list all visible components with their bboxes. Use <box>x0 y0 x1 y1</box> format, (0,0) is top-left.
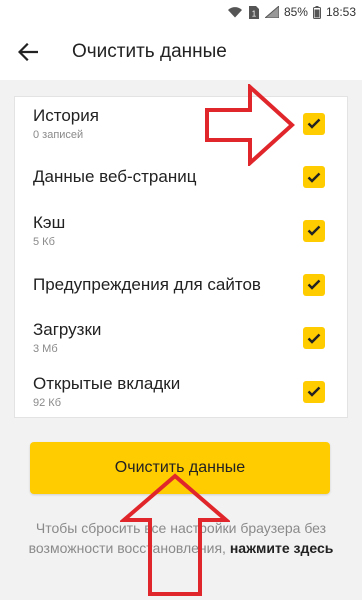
footer-text-line1: Чтобы сбросить все настройки браузера бе… <box>35 520 327 536</box>
arrow-left-icon <box>18 43 38 61</box>
option-label: Загрузки <box>33 320 102 340</box>
option-sublabel: 0 записей <box>33 128 84 141</box>
downloads-checkbox[interactable] <box>303 327 325 350</box>
signal-icon <box>264 6 279 18</box>
clear-data-button[interactable]: Очистить данные <box>30 442 330 494</box>
option-web-data[interactable]: Данные веб-страниц <box>15 151 347 205</box>
option-label: Кэш <box>33 212 66 232</box>
web-data-checkbox[interactable] <box>303 166 325 189</box>
option-open-tabs[interactable]: Открытые вкладки 92 Кб <box>15 365 347 419</box>
option-sublabel: 3 Мб <box>33 343 58 356</box>
page-title: Очистить данные <box>72 41 227 62</box>
option-sublabel: 92 Кб <box>33 396 61 409</box>
checkmark-icon <box>307 172 321 183</box>
app-bar: Очистить данные <box>0 24 362 80</box>
status-time: 18:53 <box>325 5 356 19</box>
option-label: Предупреждения для сайтов <box>33 274 261 294</box>
battery-percent: 85% <box>283 5 308 19</box>
checkmark-icon <box>307 118 321 129</box>
option-label: История <box>33 105 99 125</box>
option-history[interactable]: История 0 записей <box>15 97 347 151</box>
option-site-warnings[interactable]: Предупреждения для сайтов <box>15 258 347 312</box>
option-label: Открытые вкладки <box>33 373 181 393</box>
options-card: История 0 записей Данные веб-страниц Кэш… <box>14 96 348 418</box>
checkmark-icon <box>307 333 321 344</box>
footer-text-line2: возможности восстановления, <box>28 540 230 556</box>
sim-icon: 1 <box>248 5 260 19</box>
option-cache[interactable]: Кэш 5 Кб <box>15 204 347 258</box>
option-label: Данные веб-страниц <box>33 167 197 187</box>
option-downloads[interactable]: Загрузки 3 Мб <box>15 311 347 365</box>
checkmark-icon <box>307 226 321 237</box>
open-tabs-checkbox[interactable] <box>303 380 325 403</box>
site-warnings-checkbox[interactable] <box>303 273 325 296</box>
back-button[interactable] <box>0 24 56 80</box>
reset-settings-link[interactable]: нажмите здесь <box>230 540 334 556</box>
battery-icon <box>312 5 321 19</box>
footer-note: Чтобы сбросить все настройки браузера бе… <box>14 518 348 558</box>
sim-badge-text: 1 <box>252 9 257 18</box>
wifi-icon <box>227 6 243 18</box>
checkmark-icon <box>307 386 321 397</box>
cache-checkbox[interactable] <box>303 219 325 242</box>
checkmark-icon <box>307 279 321 290</box>
option-sublabel: 5 Кб <box>33 235 55 248</box>
history-checkbox[interactable] <box>303 112 325 135</box>
status-bar: 1 85% 18:53 <box>0 0 362 24</box>
